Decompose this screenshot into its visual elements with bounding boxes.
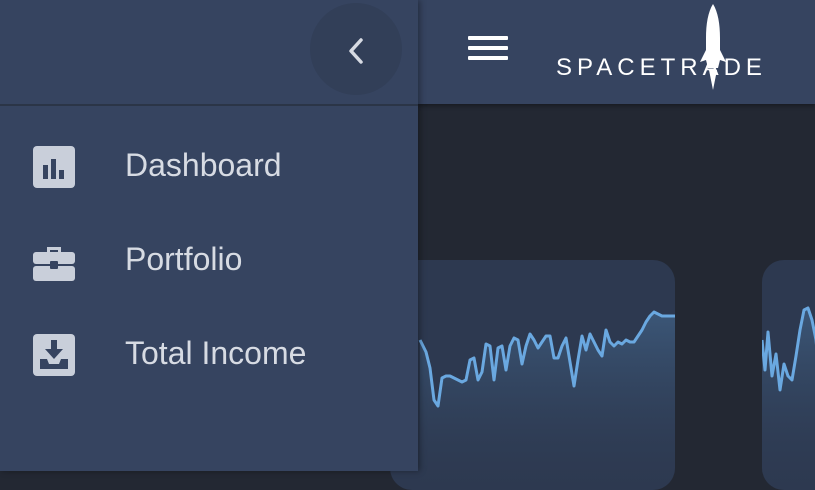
sidebar-item-label: Portfolio (125, 241, 243, 277)
sidebar-item-total-income[interactable]: Total Income (0, 308, 418, 402)
chevron-left-icon (349, 38, 363, 64)
hamburger-line (468, 56, 508, 60)
sidebar-header (0, 0, 418, 106)
bar-chart-icon (33, 146, 75, 188)
menu-toggle-button[interactable] (462, 30, 514, 66)
sidebar-collapse-button[interactable] (310, 3, 402, 95)
sparkline-area-2 (762, 308, 815, 490)
inbox-download-icon (33, 334, 75, 376)
chart-card-2 (762, 260, 815, 490)
hamburger-line (468, 46, 508, 50)
brand-name: SPACETRADE (556, 54, 767, 81)
sparkline-chart-2 (762, 306, 815, 490)
sidebar-item-dashboard[interactable]: Dashboard (0, 120, 418, 214)
sidebar-item-label: Total Income (125, 335, 307, 371)
rocket-icon (700, 4, 726, 90)
chart-card-1 (390, 260, 675, 490)
sidebar-item-portfolio[interactable]: Portfolio (0, 214, 418, 308)
briefcase-icon (33, 247, 75, 281)
sparkline-chart-1 (418, 310, 675, 490)
sidebar-item-label: Dashboard (125, 147, 282, 183)
brand-logo[interactable]: SPACETRADE (552, 0, 772, 104)
hamburger-line (468, 36, 508, 40)
sidebar: Dashboard Portfolio Total Income (0, 0, 418, 471)
